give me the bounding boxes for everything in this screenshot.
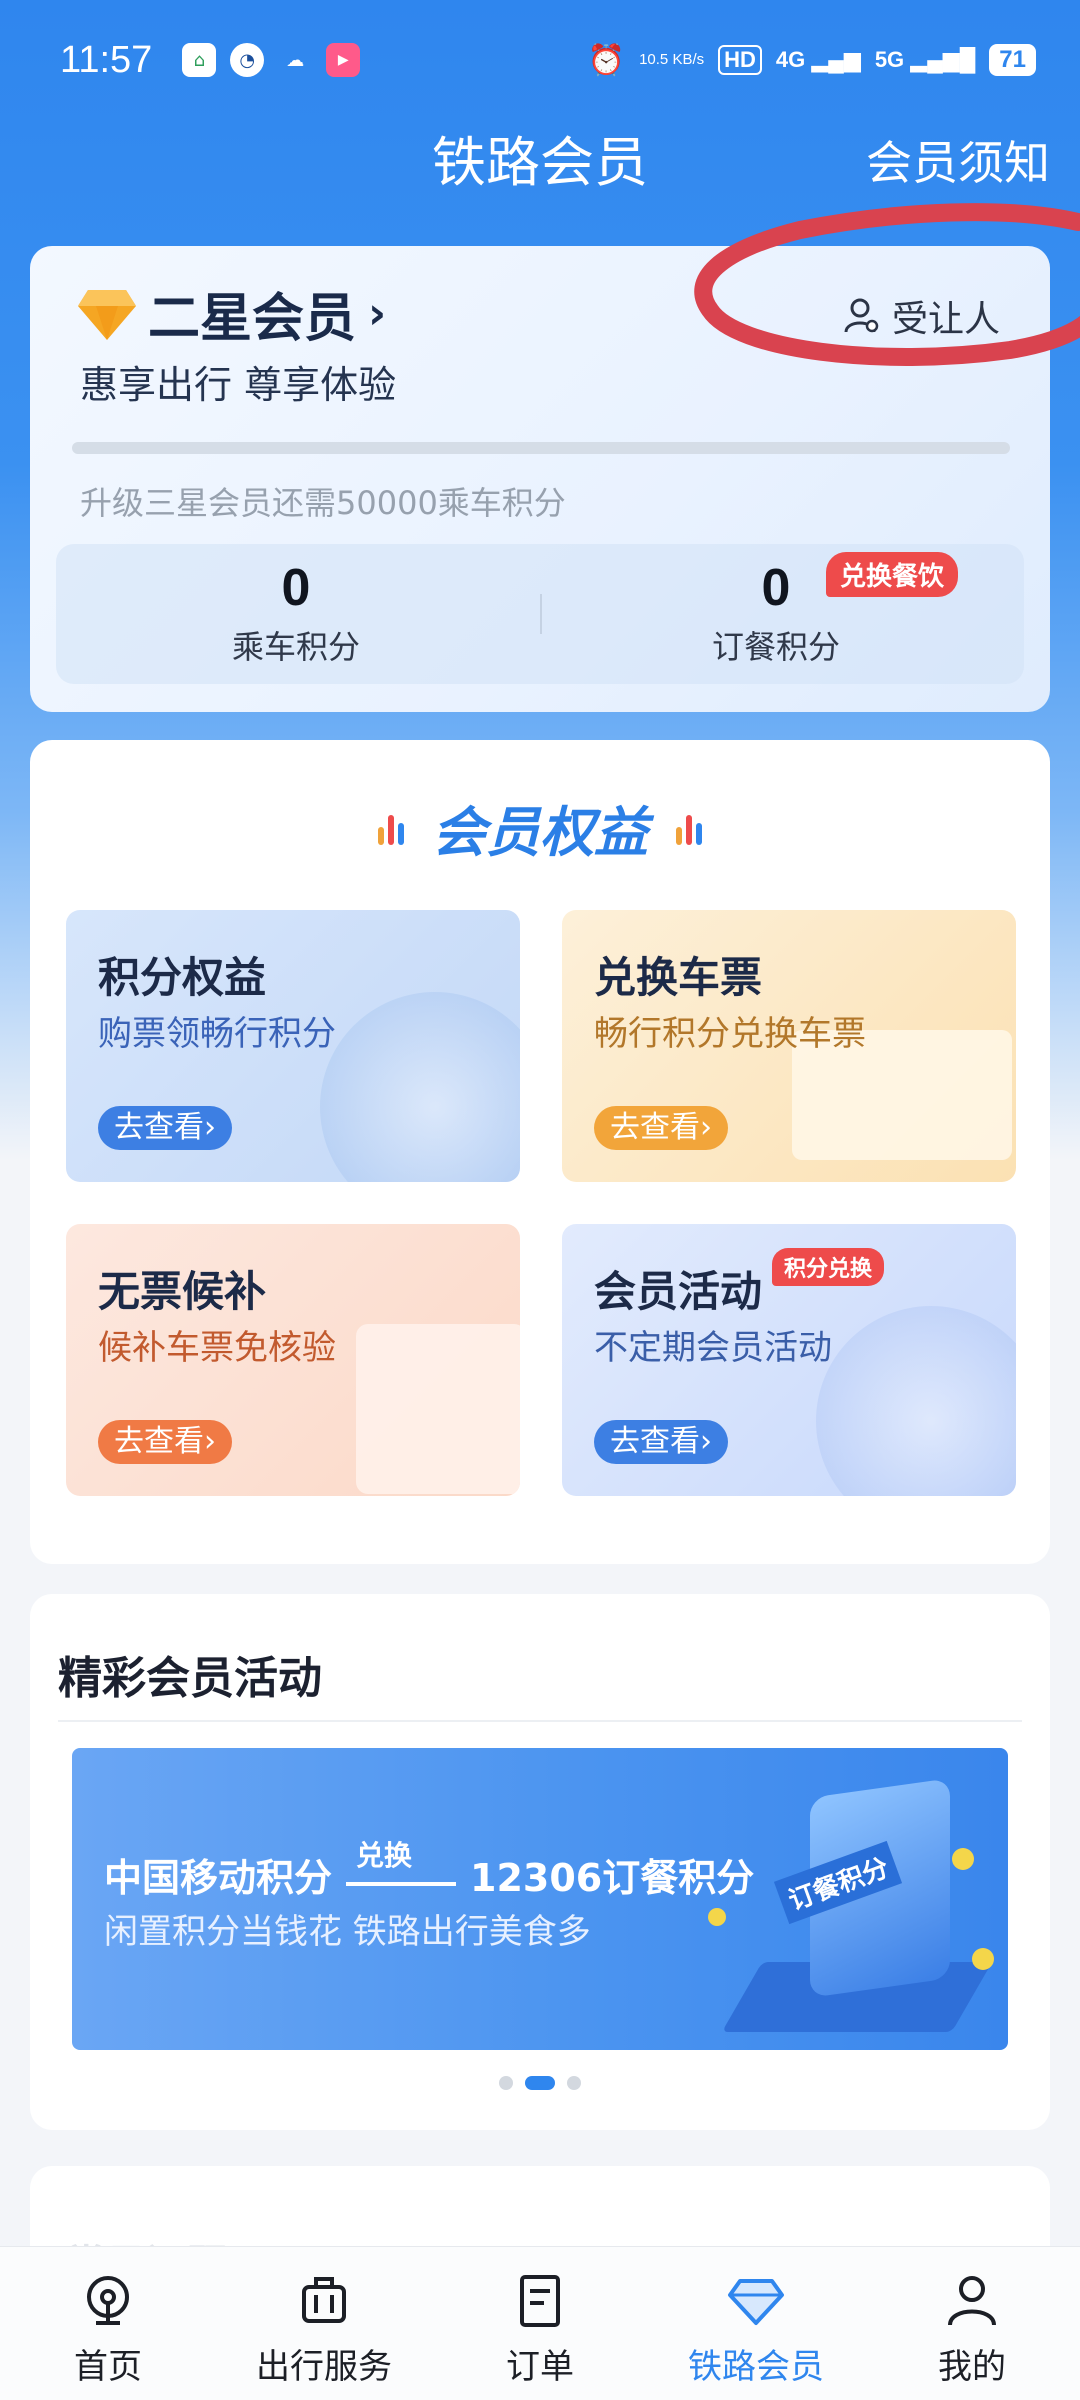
gem-icon [78, 290, 136, 340]
banner-from: 中国移动积分 [104, 1855, 333, 1900]
upgrade-progress-bar [72, 442, 1010, 454]
member-level-link[interactable]: 二星会员 › [148, 276, 386, 351]
nav-item-home[interactable]: 首页 [0, 2247, 216, 2400]
battery-indicator: 71 [989, 44, 1036, 76]
exchange-arrow-icon: 兑换 [346, 1839, 457, 1904]
banner-subtitle: 闲置积分当钱花 铁路出行美食多 [104, 1912, 591, 1952]
signal-4g-label: 4G [775, 47, 806, 72]
member-slogan: 惠享出行 尊享体验 [80, 363, 397, 407]
chat-notification-icon: ☁ [286, 49, 305, 71]
decorative-bars-icon [378, 811, 404, 845]
tile-subtitle: 候补车票免核验 [98, 1328, 336, 1368]
nav-label: 订单 [506, 2347, 574, 2387]
tile-subtitle: 购票领畅行积分 [98, 1014, 336, 1054]
benefits-card: 会员权益 积分权益 购票领畅行积分 去查看› 兑换车票 畅行积分兑换车票 去查看… [30, 740, 1050, 1564]
compass-notification-icon: ◔ [230, 43, 265, 77]
member-card: 二星会员 › 惠享出行 尊享体验 受让人 升级三星会员还需50000乘车积分 0… [30, 246, 1050, 712]
nav-item-travel-services[interactable]: 出行服务 [216, 2247, 432, 2400]
tile-subtitle: 畅行积分兑换车票 [594, 1014, 866, 1054]
wheel-graphic [320, 992, 520, 1182]
page-header: 铁路会员 会员须知 [0, 118, 1080, 208]
beneficiary-button[interactable]: 受让人 [842, 290, 1000, 342]
member-notice-link[interactable]: 会员须知 [866, 118, 1050, 208]
signal-5g-label: 5G [874, 47, 905, 72]
view-button[interactable]: 去查看› [98, 1420, 232, 1464]
banner-to: 12306订餐积分 [470, 1855, 755, 1900]
benefits-title: 会员权益 [432, 801, 648, 864]
points-divider [540, 594, 542, 634]
carousel-dot[interactable] [567, 2076, 581, 2090]
nav-item-mine[interactable]: 我的 [864, 2247, 1080, 2400]
video-notification-icon: ▶ [326, 43, 361, 77]
tile-subtitle: 不定期会员活动 [594, 1328, 832, 1368]
status-time: 11:57 [60, 38, 153, 81]
user-icon [948, 2276, 996, 2326]
signal-4g-icon: 4G ▂▄▆ [775, 47, 861, 72]
coin-icon [972, 1948, 994, 1970]
benefit-tile-points[interactable]: 积分权益 购票领畅行积分 去查看› [66, 910, 520, 1182]
banner-arrow-label: 兑换 [356, 1839, 413, 1872]
tile-title: 积分权益 [98, 953, 267, 1002]
view-button[interactable]: 去查看› [594, 1420, 728, 1464]
benefits-header: 会员权益 [30, 788, 1050, 867]
bottom-nav: 首页 出行服务 订单 铁路会员 我的 [0, 2246, 1080, 2400]
signal-5g-icon: 5G ▂▄▆█ [874, 47, 976, 72]
tile-title: 会员活动 [594, 1267, 763, 1316]
activities-card: 精彩会员活动 中国移动积分 兑换 12306订餐积分 闲置积分当钱花 铁路出行美… [30, 1594, 1050, 2130]
chevron-right-icon: › [368, 288, 387, 339]
tile-title: 无票候补 [98, 1267, 267, 1316]
nav-label: 出行服务 [256, 2347, 392, 2387]
status-bar: 11:57 ⌂ ◔ ☁ ▶ ⏰ 10.5 KB/s HD 4G ▂▄▆ 5G ▂… [0, 0, 1080, 120]
redeem-meal-badge[interactable]: 兑换餐饮 [826, 552, 959, 597]
banner-headline: 中国移动积分 兑换 12306订餐积分 [104, 1839, 755, 1904]
nav-label: 我的 [938, 2347, 1006, 2387]
beneficiary-user-icon [844, 298, 879, 333]
upgrade-hint: 升级三星会员还需50000乘车积分 [80, 484, 566, 522]
ride-points[interactable]: 0 乘车积分 [96, 558, 496, 668]
diamond-icon [728, 2279, 784, 2325]
decorative-bars-icon [676, 811, 702, 845]
carousel-dot-active[interactable] [525, 2076, 555, 2090]
order-icon [520, 2275, 560, 2327]
benefit-tile-ticket-exchange[interactable]: 兑换车票 畅行积分兑换车票 去查看› [562, 910, 1016, 1182]
nav-label: 首页 [74, 2347, 142, 2387]
benefit-tile-waitlist[interactable]: 无票候补 候补车票免核验 去查看› [66, 1224, 520, 1496]
carousel-dot[interactable] [499, 2076, 513, 2090]
nav-item-railway-member[interactable]: 铁路会员 [648, 2247, 864, 2400]
activity-banner[interactable]: 中国移动积分 兑换 12306订餐积分 闲置积分当钱花 铁路出行美食多 订餐积分 [72, 1748, 1008, 2050]
network-speed: 10.5 KB/s [639, 51, 705, 68]
divider [58, 1720, 1022, 1722]
points-exchange-badge: 积分兑换 [772, 1248, 885, 1286]
beneficiary-label: 受让人 [892, 299, 1001, 340]
luggage-icon [302, 2277, 346, 2323]
gift-bag-graphic [816, 1306, 1016, 1496]
alarm-icon: ⏰ [587, 43, 626, 77]
hd-icon: HD [718, 45, 762, 75]
home-icon [87, 2276, 129, 2325]
nav-label: 铁路会员 [688, 2347, 824, 2387]
coin-icon [952, 1848, 974, 1870]
section-title: 精彩会员活动 [58, 1653, 322, 1704]
coin-icon [708, 1908, 726, 1926]
tile-title: 兑换车票 [594, 953, 763, 1002]
member-level-label: 二星会员 [148, 289, 357, 349]
meal-points-label: 订餐积分 [711, 628, 840, 666]
nav-item-orders[interactable]: 订单 [432, 2247, 648, 2400]
view-button[interactable]: 去查看› [98, 1106, 232, 1150]
points-summary: 0 乘车积分 0 订餐积分 兑换餐饮 [56, 544, 1024, 684]
carousel-indicator [30, 2076, 1050, 2090]
ride-points-label: 乘车积分 [231, 628, 360, 666]
benefit-tile-member-activities[interactable]: 会员活动 积分兑换 不定期会员活动 去查看› [562, 1224, 1016, 1496]
view-button[interactable]: 去查看› [594, 1106, 728, 1150]
ticket-card-graphic [356, 1324, 520, 1494]
app-notification-icon: ⌂ [182, 43, 217, 77]
ride-points-value: 0 [281, 559, 311, 617]
